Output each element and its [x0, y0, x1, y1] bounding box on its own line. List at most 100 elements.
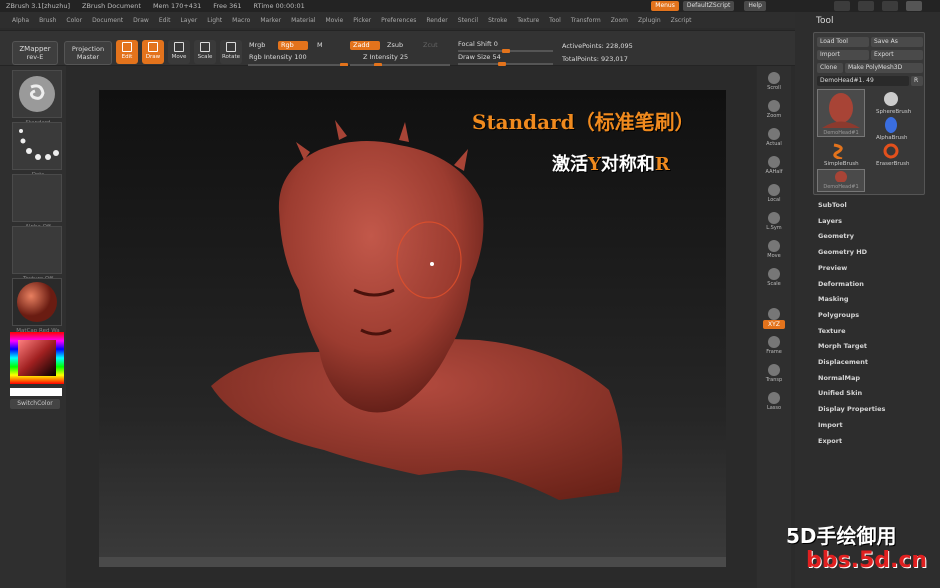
menu-texture[interactable]: Texture: [517, 17, 539, 24]
material-thumbnail[interactable]: MatCap Red Wa: [12, 278, 62, 334]
menu-light[interactable]: Light: [207, 17, 222, 24]
menu-movie[interactable]: Movie: [325, 17, 343, 24]
subpalette-import[interactable]: Import: [818, 421, 843, 429]
restore-icon[interactable]: [858, 1, 874, 11]
menu-stroke[interactable]: Stroke: [488, 17, 507, 24]
menu-transform[interactable]: Transform: [571, 17, 601, 24]
secondary-color-swatch[interactable]: [10, 388, 62, 396]
help-button[interactable]: Help: [744, 1, 766, 11]
maximize-icon[interactable]: [882, 1, 898, 11]
shelf-lasso-button[interactable]: Lasso: [763, 390, 785, 412]
save-as-button[interactable]: Save As: [871, 37, 923, 47]
zsub-button[interactable]: Zsub: [384, 41, 406, 50]
r-button[interactable]: R: [911, 76, 923, 86]
draw-size-track[interactable]: [458, 62, 553, 66]
stroke-thumbnail[interactable]: Dots: [12, 122, 62, 178]
menu-tool[interactable]: Tool: [549, 17, 561, 24]
menus-button[interactable]: Menus: [651, 1, 679, 11]
shelf-lsym-button[interactable]: L.Sym: [763, 210, 785, 232]
menu-render[interactable]: Render: [426, 17, 447, 24]
menu-color[interactable]: Color: [66, 17, 82, 24]
rotate-mode-button[interactable]: Rotate: [220, 40, 242, 64]
menu-brush[interactable]: Brush: [39, 17, 56, 24]
minimize-icon[interactable]: [834, 1, 850, 11]
scale-mode-button[interactable]: Scale: [194, 40, 216, 64]
zmapper-button[interactable]: ZMapper rev-E: [12, 41, 58, 65]
focal-shift-track[interactable]: [458, 49, 553, 53]
menu-material[interactable]: Material: [291, 17, 315, 24]
m-button[interactable]: M: [314, 41, 326, 50]
tool-thumb-demohead-2[interactable]: DemoHead#1: [817, 169, 865, 192]
subpalette-displacement[interactable]: Displacement: [818, 358, 868, 366]
menu-layer[interactable]: Layer: [180, 17, 197, 24]
focal-shift-slider[interactable]: Focal Shift 0: [455, 40, 501, 49]
subpalette-preview[interactable]: Preview: [818, 264, 847, 272]
menu-edit[interactable]: Edit: [159, 17, 171, 24]
z-intensity-slider[interactable]: Z Intensity 25: [360, 53, 411, 62]
tool-thumb-demohead[interactable]: DemoHead#1: [817, 89, 865, 137]
menu-marker[interactable]: Marker: [260, 17, 281, 24]
load-tool-button[interactable]: Load Tool: [817, 37, 869, 47]
rgb-button[interactable]: Rgb: [278, 41, 308, 50]
draw-size-slider[interactable]: Draw Size 54: [455, 53, 504, 62]
tool-thumb-eraserbrush[interactable]: EraserBrush: [876, 143, 910, 167]
shelf-frame-button[interactable]: Frame: [763, 334, 785, 356]
clone-button[interactable]: Clone: [817, 63, 843, 73]
export-button[interactable]: Export: [871, 50, 923, 60]
menu-zscript[interactable]: Zscript: [671, 17, 692, 24]
current-tool-slider[interactable]: DemoHead#1. 49: [817, 76, 909, 86]
import-button[interactable]: Import: [817, 50, 869, 60]
make-polymesh-button[interactable]: Make PolyMesh3D: [845, 63, 923, 73]
edit-mode-button[interactable]: Edit: [116, 40, 138, 64]
subpalette-layers[interactable]: Layers: [818, 217, 842, 225]
close-icon[interactable]: [906, 1, 922, 11]
rgb-intensity-slider[interactable]: Rgb Intensity 100: [246, 53, 310, 62]
shelf-scroll-button[interactable]: Scroll: [763, 70, 785, 92]
default-zscript-button[interactable]: DefaultZScript: [682, 1, 735, 11]
projection-master-button[interactable]: Projection Master: [64, 41, 112, 65]
shelf-zoom-button[interactable]: Zoom: [763, 98, 785, 120]
alpha-thumbnail[interactable]: Alpha Off: [12, 174, 62, 230]
subpalette-morph-target[interactable]: Morph Target: [818, 342, 867, 350]
move-mode-button[interactable]: Move: [168, 40, 190, 64]
tool-thumb-spherebrush[interactable]: SphereBrush: [876, 91, 911, 115]
subpalette-normalmap[interactable]: NormalMap: [818, 374, 860, 382]
zadd-button[interactable]: Zadd: [350, 41, 380, 50]
menu-preferences[interactable]: Preferences: [381, 17, 416, 24]
switch-color-button[interactable]: SwitchColor: [10, 399, 60, 409]
menu-alpha[interactable]: Alpha: [12, 17, 29, 24]
shelf-transp-button[interactable]: Transp: [763, 362, 785, 384]
tool-thumb-alphabrush[interactable]: AlphaBrush: [876, 117, 908, 141]
subpalette-polygroups[interactable]: Polygroups: [818, 311, 859, 319]
zcut-button[interactable]: Zcut: [420, 41, 441, 50]
shelf-local-button[interactable]: Local: [763, 182, 785, 204]
shelf-move-button[interactable]: Move: [763, 238, 785, 260]
menu-document[interactable]: Document: [92, 17, 123, 24]
subpalette-subtool[interactable]: SubTool: [818, 201, 847, 209]
subpalette-display-properties[interactable]: Display Properties: [818, 405, 885, 413]
subpalette-deformation[interactable]: Deformation: [818, 280, 864, 288]
menu-draw[interactable]: Draw: [133, 17, 149, 24]
texture-thumbnail[interactable]: Texture Off: [12, 226, 62, 282]
shelf-scale-button[interactable]: Scale: [763, 266, 785, 288]
shelf-aahalf-button[interactable]: AAHalf: [763, 154, 785, 176]
menu-zplugin[interactable]: Zplugin: [638, 17, 661, 24]
subpalette-unified-skin[interactable]: Unified Skin: [818, 389, 862, 397]
menu-picker[interactable]: Picker: [353, 17, 371, 24]
menu-stencil[interactable]: Stencil: [458, 17, 478, 24]
subpalette-geometry-hd[interactable]: Geometry HD: [818, 248, 867, 256]
tool-palette-title[interactable]: Tool: [795, 12, 940, 30]
brush-thumbnail[interactable]: Standard: [12, 70, 62, 126]
color-picker[interactable]: [10, 332, 64, 384]
shelf-actual-button[interactable]: Actual: [763, 126, 785, 148]
subpalette-masking[interactable]: Masking: [818, 295, 849, 303]
xyz-symmetry-button[interactable]: XYZ: [763, 320, 785, 329]
subpalette-texture[interactable]: Texture: [818, 327, 846, 335]
subpalette-geometry[interactable]: Geometry: [818, 232, 854, 240]
tool-thumb-simplebrush[interactable]: SimpleBrush: [824, 143, 859, 167]
menu-macro[interactable]: Macro: [232, 17, 250, 24]
draw-mode-button[interactable]: Draw: [142, 40, 164, 64]
subpalette-export[interactable]: Export: [818, 437, 842, 445]
canvas-scrollbar[interactable]: [99, 557, 726, 567]
mrgb-button[interactable]: Mrgb: [246, 41, 268, 50]
